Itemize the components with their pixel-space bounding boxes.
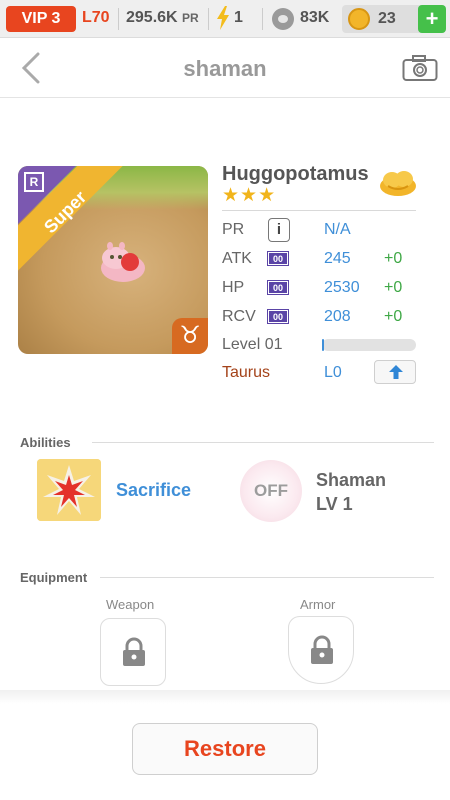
passive-ability-name: Shaman (316, 470, 387, 490)
stat-value: 2530 (324, 279, 360, 296)
armor-slot[interactable] (288, 616, 354, 684)
paw-icon (272, 8, 294, 30)
stat-label: ATK (222, 250, 252, 267)
divider (262, 8, 263, 30)
pet-name: Huggopotamus (222, 163, 369, 185)
star-rating: ★★★ (222, 185, 277, 206)
rarity-icon: R (24, 172, 44, 192)
level-label: Level 01 (222, 336, 283, 353)
stat-grade-badge: 00 (267, 280, 289, 295)
stat-bonus: +0 (384, 279, 403, 296)
stat-bonus: +0 (384, 250, 403, 267)
pet-sprite (101, 242, 145, 282)
divider (208, 8, 209, 30)
power-rating-value: 295.6K (126, 9, 178, 26)
equipment-section-title: Equipment (20, 570, 88, 585)
divider (118, 8, 119, 30)
passive-ability-level: LV 1 (316, 494, 353, 514)
restore-button[interactable]: Restore (132, 723, 318, 775)
weapon-slot-label: Weapon (106, 597, 155, 612)
stat-row-zodiac: Taurus L0 (222, 360, 422, 390)
stat-row-pr: PR i N/A (222, 218, 422, 247)
coin-icon (348, 8, 370, 30)
weapon-slot[interactable] (100, 618, 166, 686)
taurus-zodiac-icon: ♉ (172, 318, 208, 354)
arrow-up-icon (389, 365, 403, 379)
zodiac-level: L0 (324, 364, 342, 381)
pet-portrait[interactable]: Super R ♉ (18, 166, 208, 354)
nav-bar: shaman (0, 38, 450, 98)
cloud-element-icon (380, 171, 416, 196)
lightning-icon (217, 6, 229, 30)
level-progress-fill (322, 339, 324, 351)
info-icon[interactable]: i (268, 218, 290, 242)
energy-count: 1 (234, 9, 243, 26)
stat-row-atk: ATK 00 245 +0 (222, 250, 422, 276)
sacrifice-ability-icon[interactable] (37, 459, 101, 521)
abilities-section-title: Abilities (20, 435, 71, 450)
explosion-icon (37, 459, 101, 521)
divider (92, 442, 434, 443)
status-bar: VIP 3 L70 295.6K PR 1 83K 23 + (0, 0, 450, 38)
stat-grade-badge: 00 (267, 309, 289, 324)
stat-label: HP (222, 279, 245, 296)
stat-value: 208 (324, 308, 351, 325)
power-rating-label: PR (182, 11, 199, 25)
lock-icon (311, 635, 333, 664)
add-coins-button[interactable]: + (418, 5, 446, 33)
passive-ability-state: OFF (254, 481, 288, 500)
level-progress-bar (322, 339, 416, 351)
stat-row-level: Level 01 (222, 336, 422, 362)
stat-label: PR (222, 221, 245, 238)
stat-value: 245 (324, 250, 351, 267)
zodiac-label: Taurus (222, 364, 271, 381)
lock-icon (123, 637, 145, 666)
stat-bonus: +0 (384, 308, 403, 325)
page-title: shaman (183, 56, 267, 81)
armor-slot-label: Armor (300, 597, 336, 612)
stat-row-rcv: RCV 00 208 +0 (222, 308, 422, 334)
passive-ability-icon[interactable]: OFF (240, 460, 302, 522)
food-count: 83K (300, 9, 330, 26)
stat-grade-badge: 00 (267, 251, 289, 266)
power-rating: 295.6K PR (126, 9, 199, 27)
camera-icon[interactable] (402, 54, 438, 82)
zodiac-upgrade-button[interactable] (374, 360, 416, 384)
stat-row-hp: HP 00 2530 +0 (222, 279, 422, 305)
player-level: L70 (82, 9, 110, 26)
stat-value: N/A (324, 221, 351, 238)
divider (222, 210, 416, 211)
vip-badge[interactable]: VIP 3 (6, 6, 76, 32)
coin-counter: 23 + (342, 5, 446, 33)
active-ability-name[interactable]: Sacrifice (116, 480, 191, 501)
stat-label: RCV (222, 308, 256, 325)
footer-shadow (0, 690, 450, 704)
divider (100, 577, 434, 578)
coin-count: 23 (378, 10, 396, 27)
